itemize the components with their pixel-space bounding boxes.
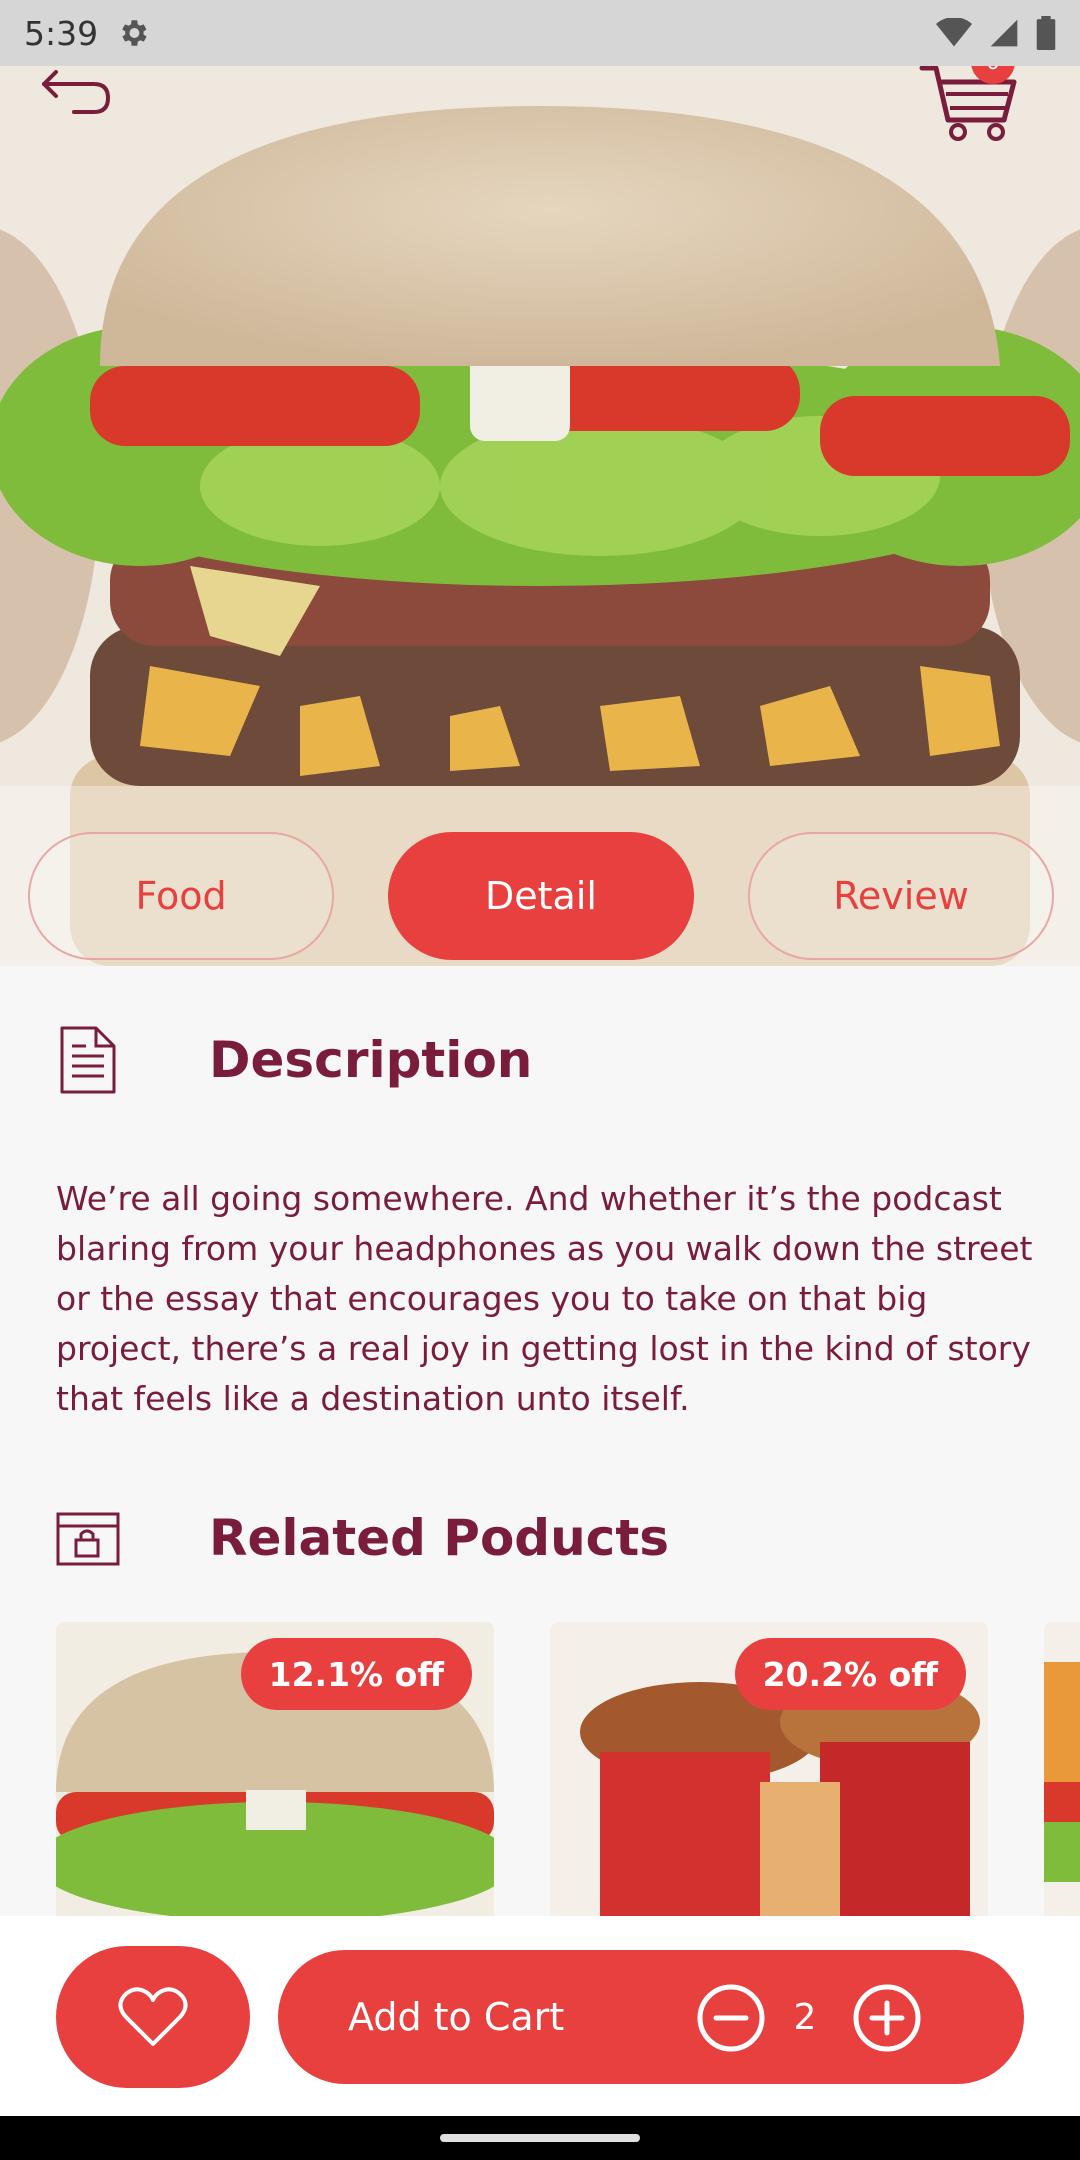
home-gesture-handle[interactable]	[440, 2134, 640, 2142]
related-products-list: 12.1% off 20.2% off	[56, 1622, 1080, 1916]
heart-icon	[118, 1987, 188, 2046]
burger-illustration	[0, 66, 1080, 966]
description-header: Description	[56, 1024, 532, 1096]
wifi-icon	[936, 18, 972, 47]
description-title: Description	[209, 1031, 533, 1089]
document-icon	[60, 1026, 116, 1094]
status-time: 5:39	[24, 13, 99, 53]
signal-icon	[990, 19, 1018, 47]
quantity-value: 2	[793, 1996, 817, 2038]
tab-review[interactable]: Review	[748, 832, 1054, 960]
related-product-card[interactable]: 12.1% off	[56, 1622, 494, 1916]
detail-content: Description We’re all going somewhere. A…	[0, 966, 1080, 1916]
add-to-cart-bar: Add to Cart 2	[278, 1950, 1024, 2084]
related-product-card[interactable]	[1044, 1622, 1080, 1916]
favorite-button[interactable]	[56, 1946, 250, 2088]
add-to-cart-button[interactable]: Add to Cart	[348, 1950, 564, 2084]
settings-icon	[122, 20, 147, 46]
product-image	[1044, 1622, 1080, 1916]
tab-food[interactable]: Food	[28, 832, 334, 960]
product-hero-image	[0, 66, 1080, 966]
plus-icon[interactable]	[852, 1983, 922, 2053]
related-product-card[interactable]: 20.2% off	[550, 1622, 988, 1916]
bottom-action-bar: Add to Cart 2	[0, 1916, 1080, 2116]
discount-badge: 20.2% off	[734, 1638, 966, 1710]
related-header: Related Poducts	[56, 1502, 669, 1574]
archive-lock-icon	[56, 1512, 120, 1566]
minus-icon[interactable]	[696, 1983, 766, 2053]
battery-icon	[1036, 16, 1056, 50]
system-nav-bar	[0, 2116, 1080, 2160]
discount-badge: 12.1% off	[240, 1638, 472, 1710]
related-title: Related Poducts	[209, 1509, 669, 1567]
tab-bar: Food Detail Review	[0, 832, 1080, 966]
tab-detail[interactable]: Detail	[388, 832, 694, 960]
status-bar: 5:39	[0, 0, 1080, 66]
description-text: We’re all going somewhere. And whether i…	[56, 1179, 1033, 1418]
